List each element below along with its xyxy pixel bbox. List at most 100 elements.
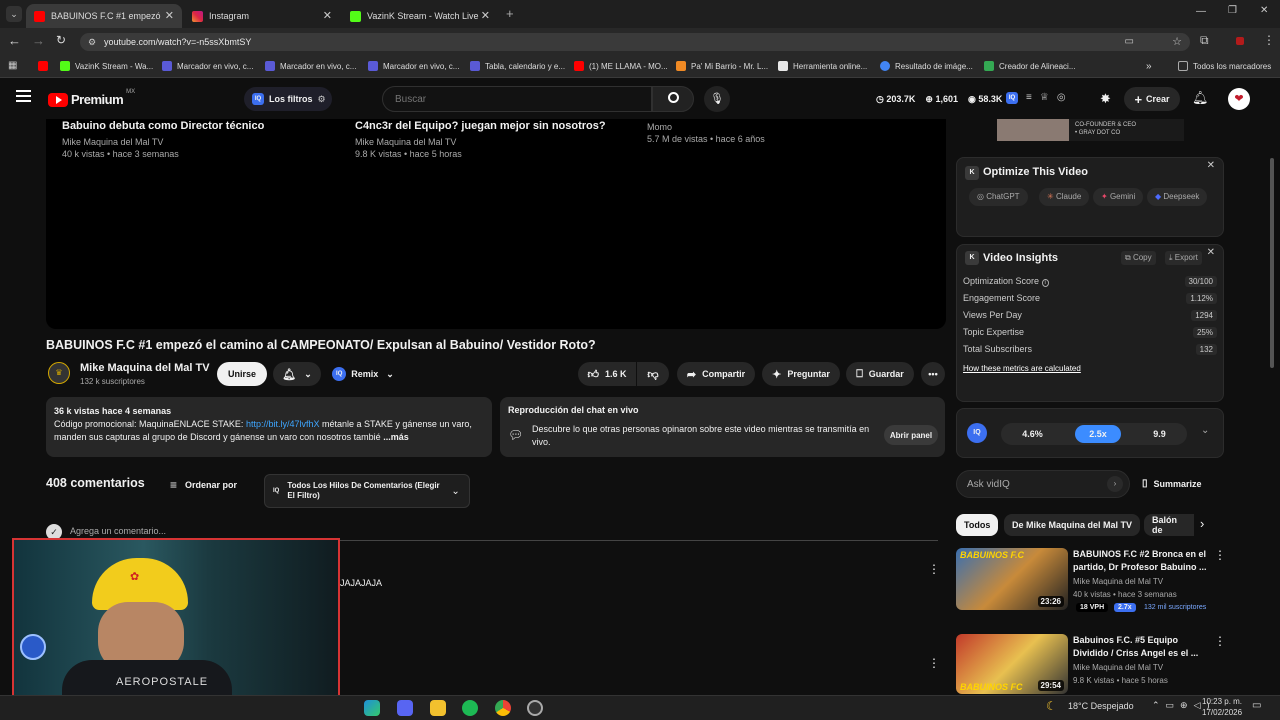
- browser-menu-icon[interactable]: ⋮: [1263, 33, 1275, 47]
- avatar[interactable]: ❤: [1228, 88, 1250, 110]
- description-box[interactable]: 36 k vistas hace 4 semanas Código promoc…: [46, 397, 492, 457]
- close-tab-icon[interactable]: ✕: [481, 9, 490, 22]
- trophy-icon[interactable]: ♕: [1040, 92, 1049, 104]
- new-tab-button[interactable]: +: [506, 6, 514, 21]
- export-button[interactable]: ⤓ Export: [1165, 251, 1202, 265]
- search-button[interactable]: [652, 86, 694, 112]
- metrics-help-link[interactable]: How these metrics are calculated: [963, 364, 1081, 373]
- address-bar-input[interactable]: ⚙ youtube.com/watch?v=-n5ssXbmtSY ▭ ☆: [80, 33, 1190, 51]
- show-more-link[interactable]: ...más: [383, 432, 409, 442]
- remix-button[interactable]: IQ Remix ⌄: [328, 362, 398, 386]
- page-scrollbar[interactable]: [1270, 158, 1274, 368]
- video-options-icon[interactable]: ⋮: [1214, 634, 1226, 648]
- create-button[interactable]: + Crear: [1124, 87, 1180, 111]
- voice-search-button[interactable]: 🎙: [704, 86, 730, 112]
- claude-button[interactable]: ✳ Claude: [1039, 188, 1090, 206]
- bookmark-item[interactable]: (1) ME LLAMA - MO...: [574, 61, 668, 71]
- share-button[interactable]: ➦ Compartir: [677, 362, 755, 386]
- thread-filter-select[interactable]: IQ Todos Los Hilos De Comentarios (Elegi…: [264, 474, 470, 508]
- target-icon[interactable]: ◎: [1057, 92, 1066, 104]
- description-link[interactable]: http://bit.ly/47lvfhX: [246, 419, 320, 429]
- channel-avatar[interactable]: ♛: [48, 362, 70, 384]
- maximize-window-icon[interactable]: ❐: [1228, 5, 1237, 16]
- like-button[interactable]: 👍︎ 1.6 K: [578, 362, 636, 386]
- chrome-icon[interactable]: [495, 700, 511, 716]
- join-button[interactable]: Unirse: [217, 362, 267, 386]
- close-tab-icon[interactable]: ✕: [323, 9, 332, 22]
- summarize-button[interactable]: ▯ Summarize: [1142, 478, 1202, 489]
- copy-button[interactable]: ⧉ Copy: [1121, 251, 1156, 265]
- video-options-icon[interactable]: ⋮: [1214, 548, 1226, 562]
- info-icon[interactable]: i: [1041, 279, 1049, 287]
- search-input[interactable]: [382, 86, 652, 112]
- minimize-window-icon[interactable]: —: [1196, 6, 1206, 17]
- bookmark-item[interactable]: Pa' Mi Barrio - Mr. L...: [676, 61, 768, 71]
- video-thumbnail[interactable]: BABUINOS F.C 23:26: [956, 548, 1068, 610]
- close-tab-icon[interactable]: ✕: [165, 9, 174, 22]
- sponsor-banner[interactable]: CO-FOUNDER & CEO • GRAY DOT CO: [997, 119, 1184, 141]
- edge-icon[interactable]: [364, 700, 380, 716]
- chip-ballon[interactable]: Balón de: [1144, 514, 1194, 536]
- score-pill[interactable]: 9.9: [1143, 425, 1176, 443]
- score-pill[interactable]: 4.6%: [1012, 425, 1053, 443]
- youtube-logo[interactable]: Premium MX: [48, 89, 135, 107]
- vidiq-icon[interactable]: IQ: [1006, 92, 1018, 104]
- chip-all[interactable]: Todos: [956, 514, 999, 536]
- end-screen-video[interactable]: Babuino debuta como Director técnico Mik…: [62, 120, 342, 159]
- clock-date[interactable]: 17/02/2026: [1202, 708, 1242, 717]
- end-screen-video[interactable]: C4nc3r del Equipo? juegan mejor sin noso…: [355, 120, 635, 159]
- weather-text[interactable]: 18°C Despejado: [1068, 701, 1134, 711]
- file-explorer-icon[interactable]: [430, 700, 446, 716]
- sort-comments-button[interactable]: ≡ Ordenar por: [170, 478, 237, 492]
- all-bookmarks-folder[interactable]: Todos los marcadores: [1178, 61, 1271, 71]
- open-panel-button[interactable]: Abrir panel: [884, 425, 938, 445]
- chevron-down-icon[interactable]: ⌄: [1201, 425, 1209, 436]
- ask-vidiq-input[interactable]: Ask vidIQ ›: [956, 470, 1130, 498]
- spotify-icon[interactable]: [462, 700, 478, 716]
- bookmark-item[interactable]: VazinK Stream - Wa...: [60, 61, 153, 71]
- comment-options-icon[interactable]: ⋮: [928, 656, 940, 670]
- apps-grid-icon[interactable]: ▦: [8, 60, 17, 71]
- chip-channel[interactable]: De Mike Maquina del Mal TV: [1004, 514, 1141, 536]
- sidebar-video-title[interactable]: Babuinos F.C. #5 Equipo Dividido / Criss…: [1073, 634, 1207, 660]
- tab-youtube[interactable]: BABUINOS F.C #1 empezó el c ✕: [26, 4, 182, 28]
- bookmark-item[interactable]: Marcador en vivo, c...: [368, 61, 459, 71]
- bookmark-youtube[interactable]: [38, 61, 53, 71]
- bookmark-item[interactable]: Herramienta online...: [778, 61, 867, 71]
- ask-button[interactable]: ✦ Preguntar: [762, 362, 840, 386]
- deepseek-button[interactable]: ◆ Deepseek: [1147, 188, 1208, 206]
- bookmark-item[interactable]: Marcador en vivo, c...: [162, 61, 253, 71]
- vidiq-icon[interactable]: IQ: [967, 423, 987, 443]
- end-screen-video[interactable]: Momo 5.7 M de vistas • hace 6 años: [647, 122, 927, 144]
- extension-red-icon[interactable]: [1236, 37, 1244, 45]
- reload-icon[interactable]: ↻: [56, 33, 66, 47]
- video-thumbnail[interactable]: BABUINOS FC 29:54: [956, 634, 1068, 694]
- hamburger-menu-icon[interactable]: [16, 90, 31, 102]
- vidiq-creator-icon[interactable]: ✸: [1100, 91, 1111, 107]
- tab-search-button[interactable]: ⌄: [6, 6, 22, 22]
- discord-icon[interactable]: [397, 700, 413, 716]
- chatgpt-button[interactable]: ◎ ChatGPT: [969, 188, 1028, 206]
- channel-name-link[interactable]: Mike Maquina del Mal TV: [80, 362, 210, 374]
- weather-moon-icon[interactable]: ☾: [1046, 699, 1057, 713]
- site-info-icon[interactable]: ⚙: [88, 33, 96, 51]
- filters-button[interactable]: IQ Los filtros ⚙: [244, 87, 332, 111]
- back-icon[interactable]: ←: [8, 33, 21, 48]
- forward-icon[interactable]: →: [32, 33, 45, 48]
- send-arrow-icon[interactable]: ›: [1107, 476, 1123, 492]
- bookmark-star-icon[interactable]: ☆: [1172, 33, 1182, 51]
- bookmark-item[interactable]: Marcador en vivo, c...: [265, 61, 356, 71]
- chevron-right-icon[interactable]: ›: [1200, 516, 1204, 531]
- close-window-icon[interactable]: ✕: [1260, 5, 1268, 16]
- dislike-button[interactable]: 👎︎: [637, 362, 669, 386]
- sidebar-video-title[interactable]: BABUINOS F.C #2 Bronca en el partido, Dr…: [1073, 548, 1207, 574]
- notifications-icon[interactable]: ▭: [1252, 700, 1261, 711]
- list-icon[interactable]: ≡: [1026, 92, 1032, 104]
- extensions-icon[interactable]: ⧉: [1200, 33, 1209, 48]
- tab-instagram[interactable]: Instagram ✕: [184, 4, 340, 28]
- close-panel-icon[interactable]: ✕: [1207, 160, 1215, 171]
- subscribed-notifications-button[interactable]: 🔔︎ ⌄: [273, 362, 321, 386]
- bookmark-item[interactable]: Tabla, calendario y e...: [470, 61, 565, 71]
- tab-vazink[interactable]: VazinK Stream - Watch Live on ✕: [342, 4, 498, 28]
- bookmarks-overflow-icon[interactable]: »: [1146, 61, 1152, 72]
